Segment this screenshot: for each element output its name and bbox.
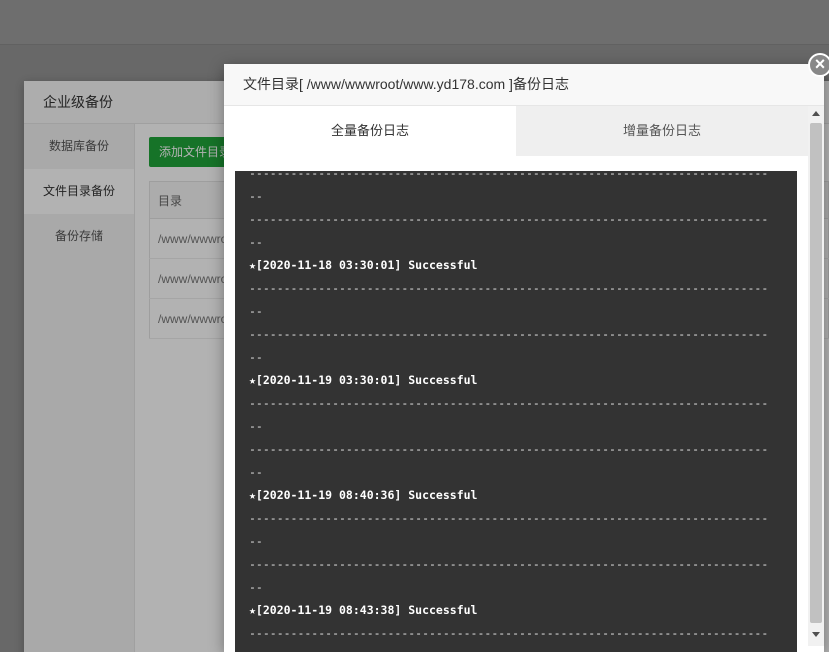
scroll-thumb[interactable] [810,123,822,623]
close-icon[interactable]: × [808,53,829,77]
log-line: ----------------------------------------… [249,511,769,525]
log-line: ★[2020-11-19 08:40:36] Successful [249,488,478,502]
log-line: -- [249,350,263,364]
log-line: ----------------------------------------… [249,281,769,295]
log-line: ★[2020-11-18 03:30:01] Successful [249,258,478,272]
log-line: -- [249,465,263,479]
log-line: -- [249,580,263,594]
scroll-up-icon[interactable] [812,111,820,116]
log-line: -- [249,189,263,203]
log-line: ----------------------------------------… [249,396,769,410]
log-dialog-title: 文件目录[ /www/wwwroot/www.yd178.com ]备份日志 [224,64,824,106]
backup-log-dialog: 文件目录[ /www/wwwroot/www.yd178.com ]备份日志 全… [224,64,824,652]
log-line: ----------------------------------------… [249,327,769,341]
log-lines: ----------------------------------------… [249,171,789,645]
tab-full-backup-log[interactable]: 全量备份日志 [224,106,516,156]
log-line: ----------------------------------------… [249,212,769,226]
tab-incremental-backup-log[interactable]: 增量备份日志 [516,106,808,156]
log-line: -- [249,235,263,249]
scroll-down-icon[interactable] [812,632,820,637]
log-output: ----------------------------------------… [235,171,797,652]
log-line: -- [249,304,263,318]
dialog-scrollbar[interactable] [808,106,824,646]
log-line: ----------------------------------------… [249,171,769,180]
log-line: -- [249,419,263,433]
log-line: ----------------------------------------… [249,442,769,456]
log-tabs: 全量备份日志 增量备份日志 [224,106,808,156]
log-line: ★[2020-11-19 03:30:01] Successful [249,373,478,387]
log-line: ----------------------------------------… [249,557,769,571]
log-line: ----------------------------------------… [249,626,769,640]
log-line: ★[2020-11-19 08:43:38] Successful [249,603,478,617]
log-line: -- [249,534,263,548]
